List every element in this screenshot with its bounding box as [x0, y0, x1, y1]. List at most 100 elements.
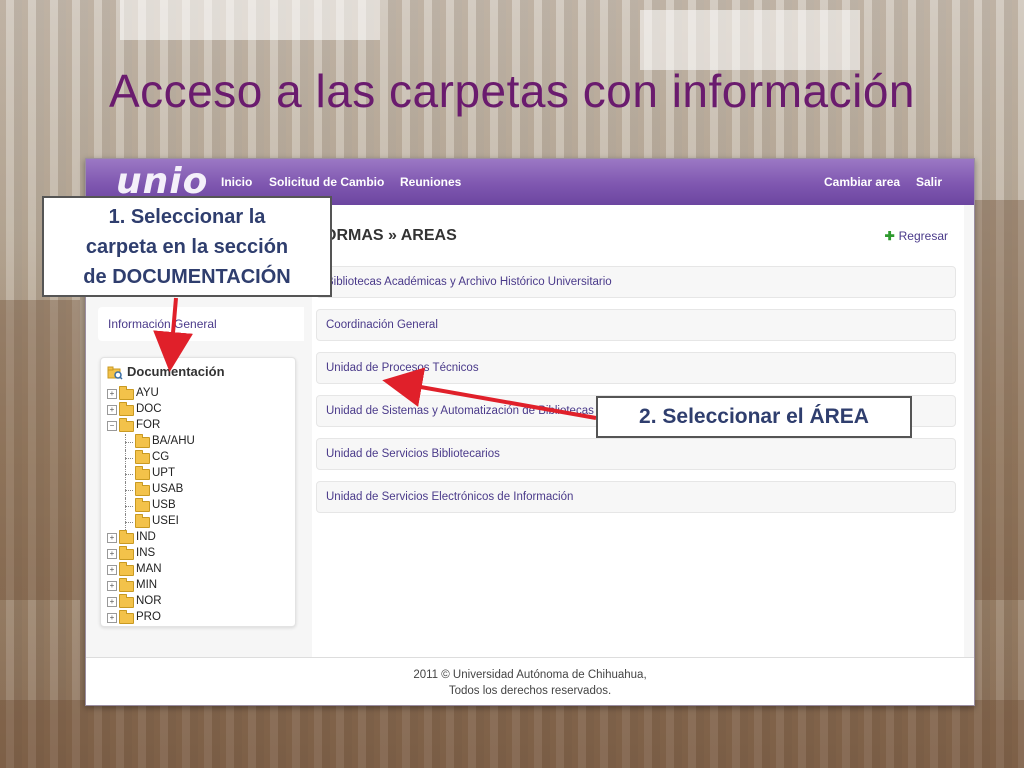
folder-icon	[119, 530, 134, 544]
nav-solicitud-de-cambio[interactable]: Solicitud de Cambio	[269, 175, 384, 189]
callout-step-2: 2. Seleccionar el ÁREA	[596, 396, 912, 438]
folder-tree: + AYU + DOC − FOR BA/AHU CG UPT USAB USB USEI + IND + I…	[105, 386, 291, 626]
tree-connector	[125, 522, 133, 523]
expand-icon[interactable]: +	[107, 549, 117, 559]
tree-folder-usei[interactable]: USEI	[105, 514, 291, 530]
area-label: Coordinación General	[326, 319, 438, 331]
background-window	[120, 0, 380, 40]
folder-icon	[119, 386, 134, 400]
tab-informacion-general[interactable]: Información General	[98, 307, 304, 341]
area-item[interactable]: Bibliotecas Académicas y Archivo Históri…	[316, 266, 956, 298]
tree-folder-label: INS	[136, 547, 156, 559]
tree-folder-for[interactable]: − FOR	[105, 418, 291, 434]
area-item[interactable]: Coordinación General	[316, 309, 956, 341]
plus-icon: ✚	[884, 229, 895, 243]
documentacion-panel: Documentación + AYU + DOC − FOR BA/AHU CG UPT USA…	[100, 357, 296, 627]
tree-folder-cg[interactable]: CG	[105, 450, 291, 466]
regresar-link[interactable]: ✚ Regresar	[885, 229, 948, 243]
tree-folder-label: AYU	[136, 387, 159, 399]
area-label: Unidad de Servicios Electrónicos de Info…	[326, 491, 574, 503]
tree-folder-usb[interactable]: USB	[105, 498, 291, 514]
tree-folder-pro[interactable]: + PRO	[105, 610, 291, 626]
folder-icon	[135, 450, 150, 464]
tree-folder-label: IND	[136, 531, 156, 543]
footer: 2011 © Universidad Autónoma de Chihuahua…	[86, 667, 974, 699]
nav-inicio[interactable]: Inicio	[221, 175, 252, 189]
expand-icon[interactable]: +	[107, 533, 117, 543]
background-shelf	[0, 300, 80, 600]
tree-folder-usab[interactable]: USAB	[105, 482, 291, 498]
tree-folder-label: MAN	[136, 563, 162, 575]
tree-folder-min[interactable]: + MIN	[105, 578, 291, 594]
background-floor	[0, 700, 1024, 768]
expand-icon[interactable]: +	[107, 597, 117, 607]
folder-icon	[119, 402, 134, 416]
folder-icon	[135, 514, 150, 528]
nav-cambiar-area[interactable]: Cambiar area	[824, 175, 900, 189]
tree-folder-label: FOR	[136, 419, 161, 431]
folder-icon	[135, 434, 150, 448]
tree-connector	[125, 458, 133, 459]
tree-folder-nor[interactable]: + NOR	[105, 594, 291, 610]
regresar-label: Regresar	[898, 229, 948, 243]
area-item[interactable]: Unidad de Procesos Técnicos	[316, 352, 956, 384]
collapse-icon[interactable]: −	[107, 421, 117, 431]
tree-folder-label: USB	[152, 499, 176, 511]
tree-folder-ins[interactable]: + INS	[105, 546, 291, 562]
folder-icon	[135, 482, 150, 496]
folder-search-icon	[107, 366, 123, 380]
tree-folder-label: DOC	[136, 403, 162, 415]
tree-folder-label: USAB	[152, 483, 184, 495]
folder-icon	[119, 562, 134, 576]
tree-folder-ba-ahu[interactable]: BA/AHU	[105, 434, 291, 450]
tree-folder-label: MIN	[136, 579, 158, 591]
nav-reuniones[interactable]: Reuniones	[400, 175, 461, 189]
tree-folder-label: NOR	[136, 595, 162, 607]
callout-step-1-line: 1. Seleccionar la	[108, 206, 266, 228]
tree-folder-label: UPT	[152, 467, 175, 479]
area-label: Unidad de Sistemas y Automatización de B…	[326, 405, 594, 417]
folder-icon	[119, 610, 134, 624]
tree-folder-ind[interactable]: + IND	[105, 530, 291, 546]
nav-salir[interactable]: Salir	[916, 175, 942, 189]
tree-folder-label: BA/AHU	[152, 435, 195, 447]
expand-icon[interactable]: +	[107, 613, 117, 623]
tree-folder-label: PRO	[136, 611, 161, 623]
area-item[interactable]: Unidad de Servicios Bibliotecarios	[316, 438, 956, 470]
tree-folder-ayu[interactable]: + AYU	[105, 386, 291, 402]
area-label: Unidad de Servicios Bibliotecarios	[326, 448, 500, 460]
expand-icon[interactable]: +	[107, 389, 117, 399]
area-label: Bibliotecas Académicas y Archivo Históri…	[326, 276, 612, 288]
expand-icon[interactable]: +	[107, 405, 117, 415]
tree-folder-label: CG	[152, 451, 170, 463]
tree-folder-doc[interactable]: + DOC	[105, 402, 291, 418]
footer-divider	[86, 657, 974, 658]
footer-rights: Todos los derechos reservados.	[448, 685, 612, 697]
callout-step-1-line: carpeta en la sección	[85, 236, 289, 258]
tree-connector	[125, 506, 133, 507]
breadcrumb: ORMAS » AREAS	[324, 227, 457, 244]
folder-icon	[119, 594, 134, 608]
callout-step-1-line: de DOCUMENTACIÓN	[83, 266, 291, 288]
folder-icon	[119, 546, 134, 560]
tab-label: Información General	[108, 317, 217, 331]
expand-icon[interactable]: +	[107, 565, 117, 575]
folder-icon	[119, 578, 134, 592]
slide-title: Acceso a las carpetas con información	[108, 65, 915, 117]
area-item[interactable]: Unidad de Servicios Electrónicos de Info…	[316, 481, 956, 513]
folder-icon	[135, 498, 150, 512]
background-shelf	[975, 200, 1024, 600]
expand-icon[interactable]: +	[107, 581, 117, 591]
area-label: Unidad de Procesos Técnicos	[326, 362, 479, 374]
documentacion-title: Documentación	[127, 364, 225, 379]
tree-connector	[125, 474, 133, 475]
footer-copyright: 2011 © Universidad Autónoma de Chihuahua…	[413, 669, 647, 681]
tree-connector	[125, 490, 133, 491]
folder-icon	[119, 418, 134, 432]
tree-folder-man[interactable]: + MAN	[105, 562, 291, 578]
documentacion-header: Documentación	[107, 363, 289, 385]
tree-folder-label: USEI	[152, 515, 179, 527]
tree-connector	[125, 442, 133, 443]
callout-step-1: 1. Seleccionar la carpeta en la sección …	[42, 196, 332, 297]
tree-folder-upt[interactable]: UPT	[105, 466, 291, 482]
